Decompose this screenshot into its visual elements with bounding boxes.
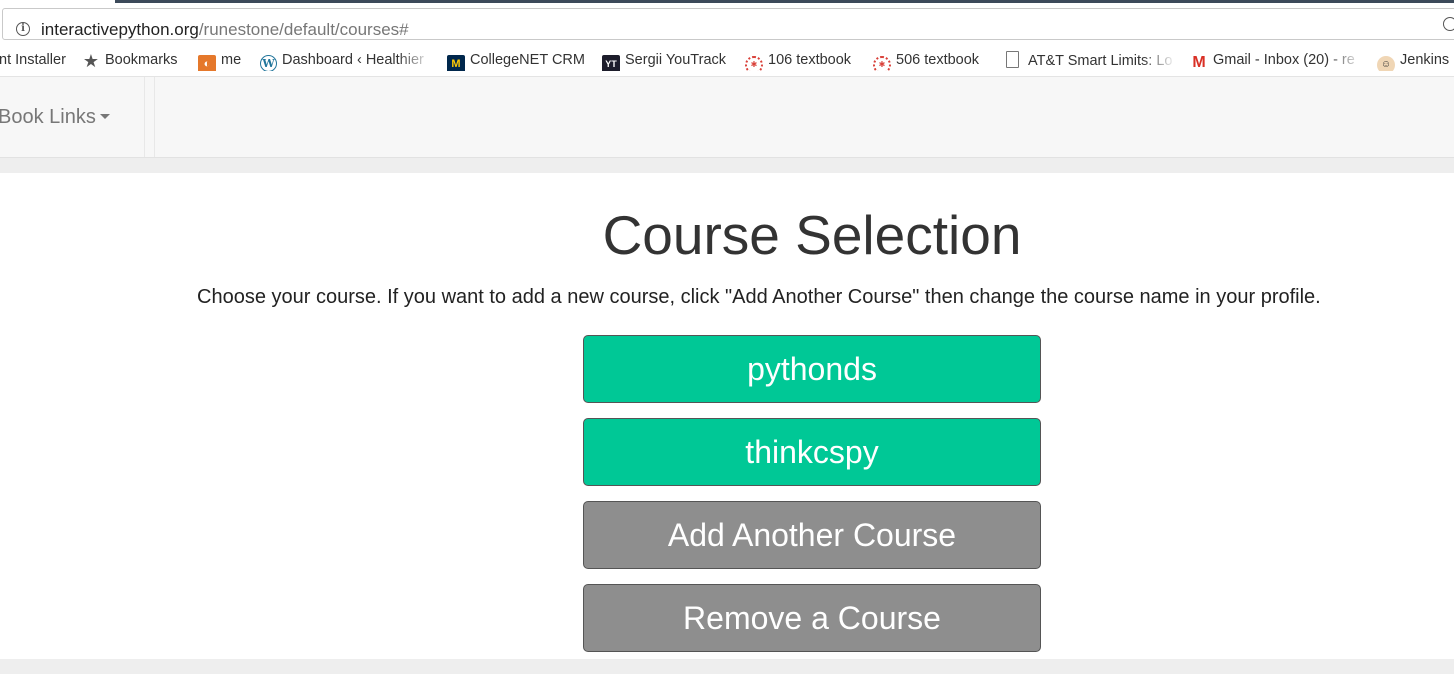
course-button-pythonds[interactable]: pythonds (583, 335, 1041, 403)
bookmark-label: Bookmarks (105, 52, 178, 68)
bookmark-youtrack[interactable]: YT Sergii YouTrack (602, 51, 726, 71)
page-icon (1006, 51, 1019, 68)
bookmark-label: Gmail - Inbox (20) - re (1213, 52, 1355, 68)
window-tab-strip (115, 0, 1454, 3)
gmail-icon: M (1190, 54, 1208, 71)
bookmark-dashboard[interactable]: W Dashboard ‹ Healthier (260, 51, 432, 71)
info-icon[interactable]: i (16, 22, 30, 36)
bookmark-installer[interactable]: nt Installer (0, 51, 66, 71)
site-navbar: Book Links (0, 77, 1454, 158)
bookmarks-bar: nt Installer ★ Bookmarks ◐ me W Dashboard ‹… (0, 44, 1454, 77)
url-field[interactable]: i interactivepython.org/runestone/defaul… (2, 8, 1454, 40)
bookmark-bookmarks-folder[interactable]: ★ Bookmarks (82, 51, 178, 71)
bookmark-label: CollegeNET CRM (470, 52, 585, 68)
bookmark-label: me (221, 52, 242, 68)
bookmark-label: nt Installer (0, 52, 66, 68)
bookmark-506-textbook[interactable]: ✱ 506 textbook (873, 51, 979, 71)
bookmark-att-smart-limits[interactable]: AT&T Smart Limits: Lo (1004, 51, 1176, 71)
book-links-dropdown[interactable]: Book Links (0, 105, 110, 129)
bookmark-label: Sergii YouTrack (625, 52, 727, 68)
page-title: Course Selection (602, 204, 1022, 266)
bookmark-me[interactable]: ◐ me (198, 51, 241, 71)
caret-down-icon (99, 114, 110, 119)
jenkins-icon: ☺ (1377, 56, 1395, 71)
instructions-text: Choose your course. If you want to add a… (197, 286, 1321, 308)
bookmark-106-textbook[interactable]: ✱ 106 textbook (745, 51, 851, 71)
runestone-icon: ✱ (745, 56, 763, 71)
book-links-label: Book Links (0, 106, 96, 128)
nav-divider (144, 77, 155, 157)
bookmark-label: AT&T Smart Limits: Lo (1028, 53, 1173, 69)
youtrack-icon: YT (602, 55, 620, 71)
michigan-m-icon: M (447, 55, 465, 71)
runestone-icon: ✱ (873, 56, 891, 71)
url-host: interactivepython.org (41, 20, 199, 39)
remove-course-button[interactable]: Remove a Course (583, 584, 1041, 652)
bookmark-jenkins[interactable]: ☺ Jenkins (1377, 51, 1449, 71)
footer-band (0, 659, 1454, 674)
url-text[interactable]: interactivepython.org/runestone/default/… (41, 20, 409, 40)
navbar-separator (0, 158, 1454, 173)
wordpress-icon: W (260, 55, 277, 71)
orange-app-icon: ◐ (198, 55, 216, 71)
bookmark-collegenet[interactable]: M CollegeNET CRM (447, 51, 585, 71)
bookmark-gmail[interactable]: M Gmail - Inbox (20) - re (1190, 51, 1362, 71)
bookmark-label: 106 textbook (768, 52, 852, 68)
add-course-button[interactable]: Add Another Course (583, 501, 1041, 569)
url-path: /runestone/default/courses# (198, 20, 409, 39)
bookmark-label: Jenkins (1400, 52, 1450, 68)
zoom-icon[interactable] (1443, 17, 1454, 31)
address-bar: i interactivepython.org/runestone/defaul… (0, 4, 1454, 44)
course-button-thinkcspy[interactable]: thinkcspy (583, 418, 1041, 486)
star-icon: ★ (82, 51, 100, 71)
bookmark-label: 506 textbook (896, 52, 980, 68)
bookmark-label: Dashboard ‹ Healthier (282, 52, 424, 68)
